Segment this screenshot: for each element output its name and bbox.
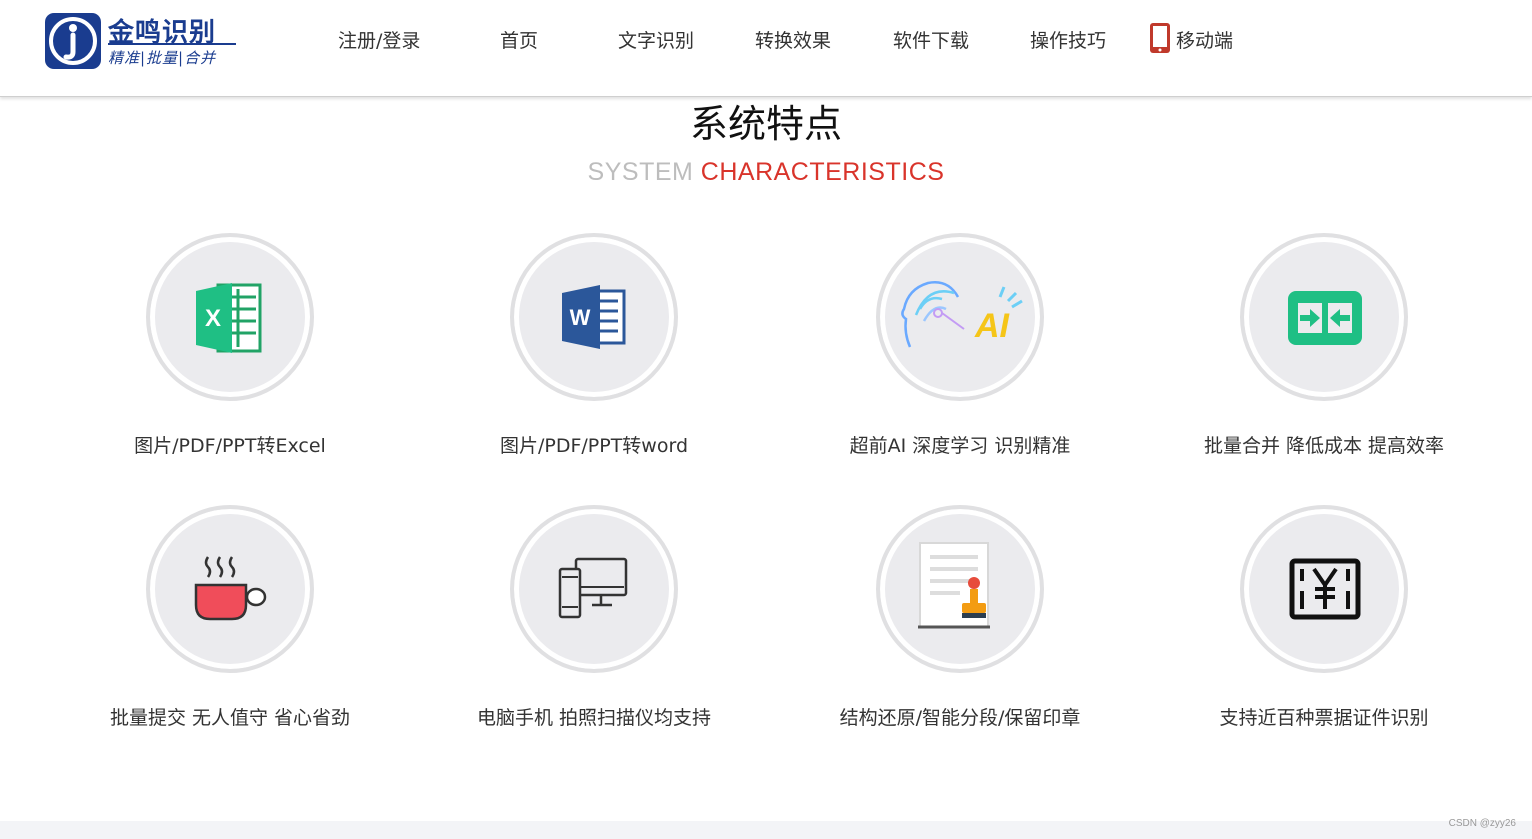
section-subtitle-red: CHARACTERISTICS — [700, 158, 945, 186]
logo-divider — [108, 43, 236, 45]
nav-tips[interactable]: 操作技巧 — [1030, 26, 1106, 53]
feature-label: 图片/PDF/PPT转word — [499, 435, 689, 457]
feature-icon-circle — [146, 505, 314, 673]
feature-label: 电脑手机 拍照扫描仪均支持 — [476, 707, 712, 729]
site-header: 金鸣识别 精准|批量|合并 注册/登录 首页 文字识别 转换效果 软件下载 操作… — [0, 0, 1532, 97]
svg-text:X: X — [205, 305, 221, 332]
feature-card: 电脑手机 拍照扫描仪均支持 — [444, 505, 744, 755]
feature-label: 批量合并 降低成本 提高效率 — [1203, 435, 1445, 457]
feature-label: 支持近百种票据证件识别 — [1219, 707, 1429, 729]
feature-card: 结构还原/智能分段/保留印章 — [810, 505, 1110, 755]
feature-icon-circle — [510, 505, 678, 673]
feature-card: 批量提交 无人值守 省心省劲 — [80, 505, 380, 755]
word-icon: W — [562, 285, 626, 349]
nav-text-recognition[interactable]: 文字识别 — [618, 26, 694, 53]
feature-icon-circle — [1240, 505, 1408, 673]
section-subtitle: SYSTEM CHARACTERISTICS — [0, 158, 1532, 187]
feature-icon-circle: AI — [876, 233, 1044, 401]
feature-card: AI 超前AI 深度学习 识别精准 — [810, 233, 1110, 483]
section-title: 系统特点 — [689, 102, 842, 146]
nav-register-login[interactable]: 注册/登录 — [338, 26, 420, 53]
feature-label: 批量提交 无人值守 省心省劲 — [109, 707, 351, 729]
feature-icon-circle: W — [510, 233, 678, 401]
feature-card: 支持近百种票据证件识别 — [1174, 505, 1474, 755]
nav-mobile[interactable]: 移动端 — [1176, 26, 1233, 53]
feature-card: X 图片/PDF/PPT转Excel — [80, 233, 380, 483]
feature-card: W 图片/PDF/PPT转word — [444, 233, 744, 483]
nav-conversion-results[interactable]: 转换效果 — [755, 26, 831, 53]
coffee-cup-icon — [194, 556, 267, 621]
site-logo[interactable]: 金鸣识别 精准|批量|合并 — [44, 12, 240, 70]
logo-subtitle: 精准|批量|合并 — [108, 49, 217, 67]
footer-strip — [0, 821, 1532, 839]
merge-arrows-icon — [1288, 291, 1362, 345]
feature-label: 超前AI 深度学习 识别精准 — [849, 435, 1071, 457]
nav-software-download[interactable]: 软件下载 — [893, 26, 969, 53]
feature-icon-circle — [876, 505, 1044, 673]
document-stamp-icon — [918, 542, 990, 629]
watermark: CSDN @zyy26 — [1448, 818, 1516, 829]
svg-text:W: W — [570, 305, 591, 330]
excel-icon: X — [196, 283, 262, 353]
nav-home[interactable]: 首页 — [500, 26, 538, 53]
svg-text:AI: AI — [974, 307, 1011, 345]
logo-icon — [45, 13, 101, 69]
mobile-phone-icon[interactable] — [1149, 22, 1171, 54]
feature-card: 批量合并 降低成本 提高效率 — [1174, 233, 1474, 483]
yuan-invoice-icon — [1289, 558, 1361, 620]
feature-label: 结构还原/智能分段/保留印章 — [839, 707, 1081, 729]
devices-icon — [558, 557, 628, 619]
section-subtitle-grey: SYSTEM — [587, 158, 694, 186]
feature-icon-circle — [1240, 233, 1408, 401]
ai-head-icon: AI — [901, 281, 1023, 348]
feature-icon-circle: X — [146, 233, 314, 401]
feature-label: 图片/PDF/PPT转Excel — [134, 435, 326, 457]
